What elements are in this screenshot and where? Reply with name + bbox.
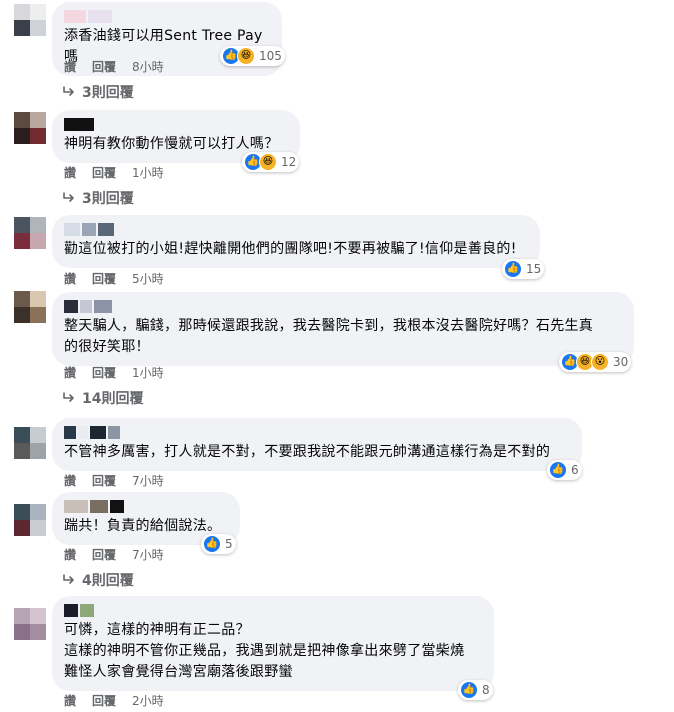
avatar[interactable] xyxy=(14,112,46,144)
reaction-count: 5 xyxy=(225,537,233,551)
reaction-count: 6 xyxy=(571,463,579,477)
reaction-summary[interactable]: 👍 😆 😮 30 xyxy=(559,352,632,372)
like-button[interactable]: 讚 xyxy=(64,692,76,709)
like-button[interactable]: 讚 xyxy=(64,546,76,563)
haha-icon: 😆 xyxy=(237,47,255,65)
comment-timestamp[interactable]: 1小時 xyxy=(132,364,164,381)
reply-arrow-icon xyxy=(62,192,76,204)
view-replies-link[interactable]: 4則回覆 xyxy=(62,570,134,590)
like-icon: 👍 xyxy=(549,461,567,479)
reply-arrow-icon xyxy=(62,392,76,404)
like-button[interactable]: 讚 xyxy=(64,364,76,381)
reaction-count: 105 xyxy=(259,49,282,63)
comment-text: 可憐，這樣的神明有正二品？ 這樣的神明不管你正幾品，我遇到就是把神像拿出來劈了當… xyxy=(64,622,465,680)
avatar[interactable] xyxy=(14,504,46,536)
author-name-redacted[interactable] xyxy=(64,221,528,237)
reply-button[interactable]: 回覆 xyxy=(92,270,116,287)
avatar[interactable] xyxy=(14,608,46,640)
reply-arrow-icon xyxy=(62,574,76,586)
reply-button[interactable]: 回覆 xyxy=(92,472,116,489)
avatar[interactable] xyxy=(14,217,46,249)
comment-text: 踹共！負責的給個說法。 xyxy=(64,518,222,534)
avatar[interactable] xyxy=(14,4,46,36)
like-icon: 👍 xyxy=(203,535,221,553)
comment-bubble: 可憐，這樣的神明有正二品？ 這樣的神明不管你正幾品，我遇到就是把神像拿出來劈了當… xyxy=(52,596,494,691)
comment-timestamp[interactable]: 1小時 xyxy=(132,164,164,181)
reaction-summary[interactable]: 👍 😆 105 xyxy=(220,46,285,66)
like-icon: 👍 xyxy=(460,681,478,699)
comment-text: 勸這位被打的小姐!趕快離開他們的團隊吧!不要再被騙了!信仰是善良的! xyxy=(64,241,517,257)
comment-timestamp[interactable]: 7小時 xyxy=(132,472,164,489)
reply-button[interactable]: 回覆 xyxy=(92,164,116,181)
avatar[interactable] xyxy=(14,427,46,459)
author-name-redacted[interactable] xyxy=(64,8,270,24)
replies-count-label: 14則回覆 xyxy=(82,391,144,407)
replies-count-label: 3則回覆 xyxy=(82,85,134,101)
author-name-redacted[interactable] xyxy=(64,602,482,618)
like-button[interactable]: 讚 xyxy=(64,164,76,181)
comment-timestamp[interactable]: 7小時 xyxy=(132,546,164,563)
comment-text: 整天騙人，騙錢，那時候還跟我說，我去醫院卡到，我根本沒去醫院好嗎？石先生真 的很… xyxy=(64,318,594,355)
author-name-redacted[interactable] xyxy=(64,116,288,132)
comment-actions: 讚回覆 7小時 xyxy=(64,472,164,489)
author-name-redacted[interactable] xyxy=(64,498,228,514)
reply-arrow-icon xyxy=(62,86,76,98)
view-replies-link[interactable]: 3則回覆 xyxy=(62,82,134,102)
like-button[interactable]: 讚 xyxy=(64,472,76,489)
comment-actions: 讚回覆 1小時 xyxy=(64,364,164,381)
reaction-summary[interactable]: 👍 6 xyxy=(547,460,582,480)
view-replies-link[interactable]: 3則回覆 xyxy=(62,188,134,208)
reaction-count: 12 xyxy=(281,155,297,169)
comment-text: 不管神多厲害，打人就是不對，不要跟我說不能跟元帥溝通這樣行為是不對的 xyxy=(64,444,551,460)
comment-actions: 讚回覆 2小時 xyxy=(64,692,164,709)
like-button[interactable]: 讚 xyxy=(64,270,76,287)
view-replies-link[interactable]: 14則回覆 xyxy=(62,388,143,408)
reaction-summary[interactable]: 👍 8 xyxy=(458,680,493,700)
comment-bubble: 勸這位被打的小姐!趕快離開他們的團隊吧!不要再被騙了!信仰是善良的! xyxy=(52,215,540,268)
like-button[interactable]: 讚 xyxy=(64,58,76,75)
reply-button[interactable]: 回覆 xyxy=(92,692,116,709)
like-icon: 👍 xyxy=(504,260,522,278)
haha-icon: 😆 xyxy=(259,153,277,171)
comment-timestamp[interactable]: 8小時 xyxy=(132,58,164,75)
reaction-count: 30 xyxy=(613,355,629,369)
comment-bubble: 整天騙人，騙錢，那時候還跟我說，我去醫院卡到，我根本沒去醫院好嗎？石先生真 的很… xyxy=(52,292,634,366)
replies-count-label: 3則回覆 xyxy=(82,191,134,207)
author-name-redacted[interactable] xyxy=(64,424,570,440)
comment-timestamp[interactable]: 5小時 xyxy=(132,270,164,287)
wow-icon: 😮 xyxy=(591,353,609,371)
comment-actions: 讚回覆 7小時 xyxy=(64,546,164,563)
reaction-summary[interactable]: 👍 5 xyxy=(201,534,236,554)
comment-actions: 讚回覆 5小時 xyxy=(64,270,164,287)
comment-bubble: 不管神多厲害，打人就是不對，不要跟我說不能跟元帥溝通這樣行為是不對的 xyxy=(52,418,582,471)
author-name-redacted[interactable] xyxy=(64,298,622,314)
reaction-count: 15 xyxy=(526,262,542,276)
comment-actions: 讚回覆 1小時 xyxy=(64,164,164,181)
comment-actions: 讚回覆 8小時 xyxy=(64,58,164,75)
reply-button[interactable]: 回覆 xyxy=(92,58,116,75)
comment-timestamp[interactable]: 2小時 xyxy=(132,692,164,709)
replies-count-label: 4則回覆 xyxy=(82,573,134,589)
reaction-count: 8 xyxy=(482,683,490,697)
reply-button[interactable]: 回覆 xyxy=(92,546,116,563)
avatar[interactable] xyxy=(14,291,46,323)
reaction-summary[interactable]: 👍 15 xyxy=(502,259,545,279)
reaction-summary[interactable]: 👍 😆 12 xyxy=(242,152,300,172)
reply-button[interactable]: 回覆 xyxy=(92,364,116,381)
